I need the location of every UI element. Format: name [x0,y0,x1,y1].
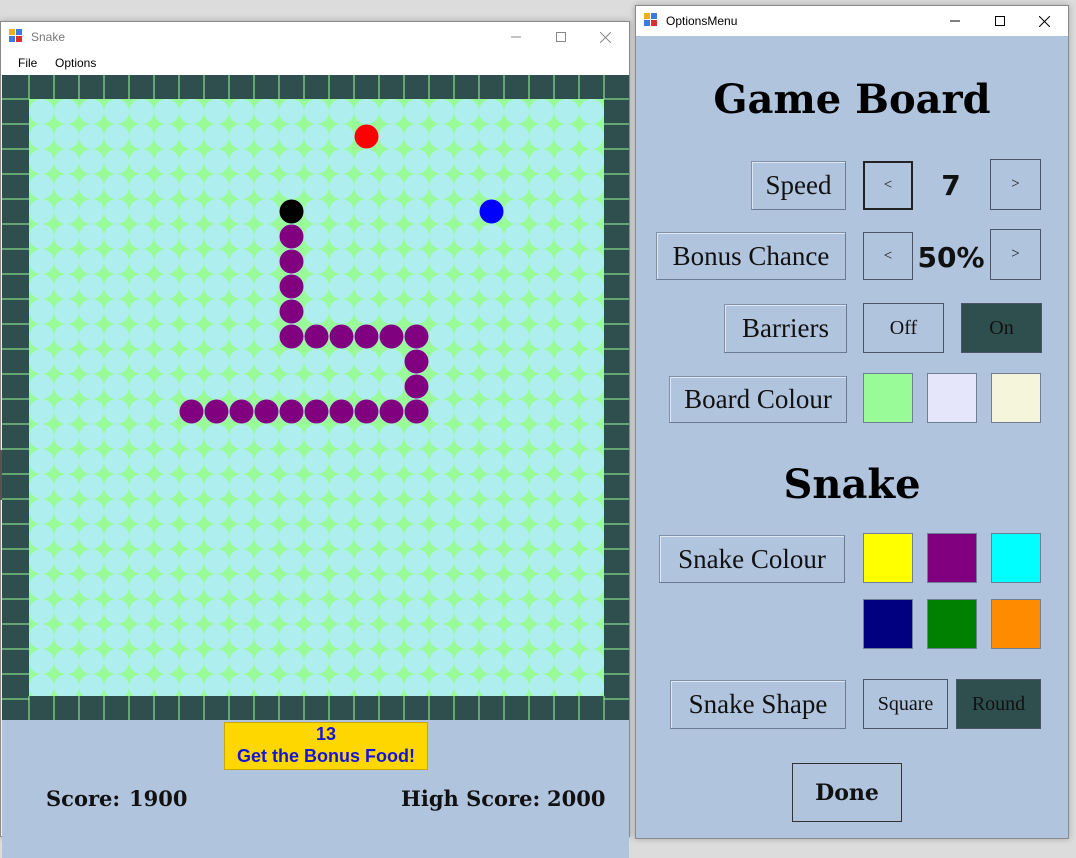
speed-increase-button[interactable]: > [990,159,1041,210]
options-panel: Game Board Speed < 7 > Bonus Chance < 50… [636,36,1068,838]
score-label: Score: [46,786,121,811]
app-icon [9,29,25,45]
snake-segment [204,399,229,424]
snake-segment [279,324,304,349]
maximize-button[interactable] [538,22,583,52]
snake-window: Snake File Options 13 Get the Bonus Food… [0,21,630,858]
speed-value: 7 [941,169,961,202]
snake-segment [404,399,429,424]
snake-segment [229,399,254,424]
minimize-icon [510,36,521,38]
minimize-button[interactable] [932,6,977,36]
maximize-button[interactable] [977,6,1022,36]
speed-label: Speed [751,161,846,210]
board-colour-swatch-green[interactable] [863,373,913,423]
snake-colour-swatch-purple[interactable] [927,533,977,583]
snake-segment [329,399,354,424]
game-board [2,75,629,720]
snake-shape-label: Snake Shape [670,680,846,729]
snake-segment [379,324,404,349]
food-pellet [354,124,379,149]
snake-colour-label: Snake Colour [659,535,845,583]
close-icon [600,31,611,43]
app-icon [644,13,660,29]
bonus-chance-label: Bonus Chance [656,232,846,280]
snake-segment [354,399,379,424]
bonus-food-pellet [479,199,504,224]
barriers-label: Barriers [724,304,847,353]
close-button[interactable] [583,22,628,52]
window-title: OptionsMenu [666,14,738,28]
snake-colour-swatch-orange[interactable] [991,599,1041,649]
options-titlebar[interactable]: OptionsMenu [636,6,1068,36]
snake-segment [279,224,304,249]
close-icon [1039,15,1050,27]
snake-shape-square-button[interactable]: Square [863,679,948,729]
snake-segment [279,399,304,424]
snake-shape-round-button[interactable]: Round [956,679,1041,729]
snake-titlebar[interactable]: Snake [1,22,629,52]
status-area: 13 Get the Bonus Food! Score: 1900 High … [2,720,629,858]
bonus-countdown: 13 [315,724,337,744]
score-value: 1900 [129,786,188,811]
minimize-button[interactable] [493,22,538,52]
menu-bar: File Options [1,52,629,75]
snake-segment [354,324,379,349]
maximize-icon [994,16,1005,26]
snake-segment [279,249,304,274]
snake-segment [254,399,279,424]
bonus-chance-value: 50% [917,241,985,274]
snake-colour-swatch-cyan[interactable] [991,533,1041,583]
barriers-off-button[interactable]: Off [863,303,944,353]
board-colour-swatch-lavender[interactable] [927,373,977,423]
snake-segment [329,324,354,349]
snake-segment [404,349,429,374]
barriers-on-button[interactable]: On [961,303,1042,353]
bonus-banner: 13 Get the Bonus Food! [224,722,428,770]
snake-segment [404,374,429,399]
window-title: Snake [31,30,66,44]
menu-file[interactable]: File [18,56,37,70]
board-playfield [29,99,604,696]
snake-segment [304,399,329,424]
board-colour-swatch-beige[interactable] [991,373,1041,423]
snake-segment [379,399,404,424]
snake-colour-swatch-yellow[interactable] [863,533,913,583]
bonus-message: Get the Bonus Food! [237,746,415,766]
bonus-chance-decrease-button[interactable]: < [863,232,913,280]
snake-colour-swatch-navy[interactable] [863,599,913,649]
bonus-chance-increase-button[interactable]: > [990,229,1041,280]
game-board-canvas [2,75,629,720]
maximize-icon [555,32,566,42]
speed-decrease-button[interactable]: < [863,161,913,210]
snake-colour-swatch-green[interactable] [927,599,977,649]
snake-segment [304,324,329,349]
snake-heading: Snake [783,461,921,508]
high-score-label: High Score: [401,786,541,811]
minimize-icon [949,20,960,22]
high-score-value: 2000 [547,786,606,811]
done-button[interactable]: Done [792,763,902,822]
snake-segment [279,299,304,324]
close-button[interactable] [1022,6,1067,36]
game-board-heading: Game Board [713,76,991,123]
snake-head [279,199,304,224]
menu-options[interactable]: Options [55,56,96,70]
snake-segment [179,399,204,424]
board-colour-label: Board Colour [669,376,847,423]
snake-segment [404,324,429,349]
snake-segment [279,274,304,299]
options-window: OptionsMenu Game Board Speed < 7 > Bonus… [635,5,1069,839]
background-window-edge [0,450,2,500]
